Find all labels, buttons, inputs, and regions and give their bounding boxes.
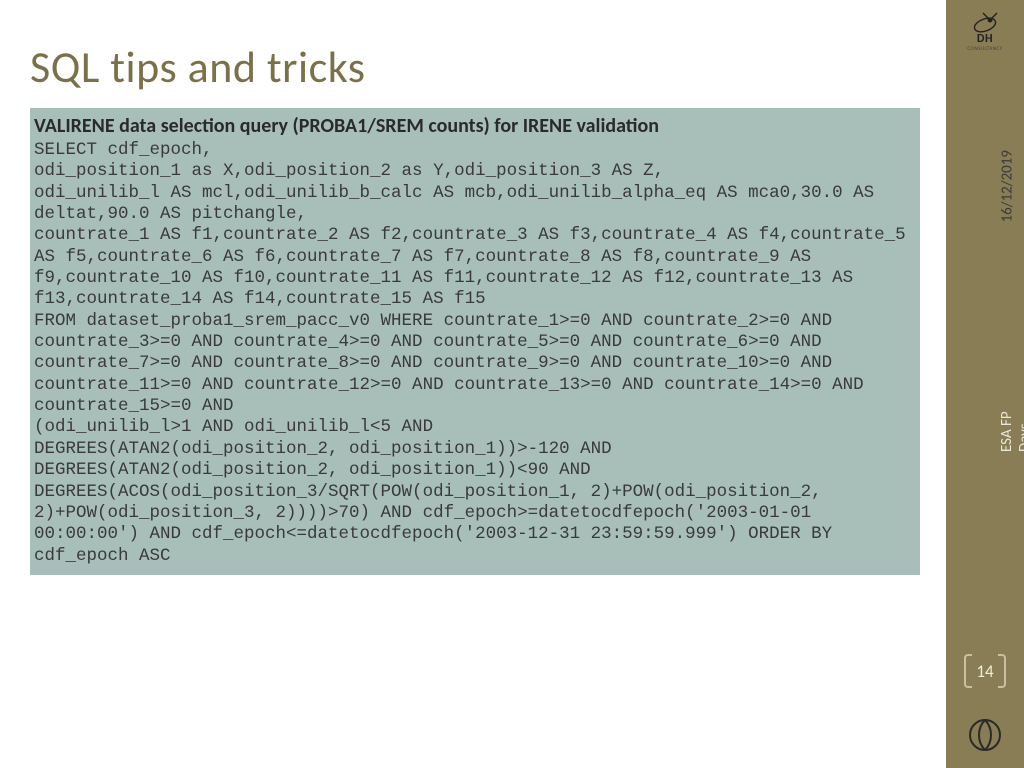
logo: DH CONSULTANCY bbox=[954, 10, 1016, 50]
slide-date: 16/12/2019 bbox=[998, 150, 1016, 222]
event-label: ESA FP Days, ESTEC bbox=[998, 400, 1024, 452]
code-block: VALIRENE data selection query (PROBA1/SR… bbox=[30, 108, 920, 575]
bracket-right-icon bbox=[998, 654, 1006, 688]
bracket-left-icon bbox=[964, 654, 972, 688]
slide-title: SQL tips and tricks bbox=[30, 40, 920, 94]
sql-code: SELECT cdf_epoch, odi_position_1 as X,od… bbox=[34, 140, 912, 567]
main-content: SQL tips and tricks VALIRENE data select… bbox=[30, 40, 920, 575]
globe-icon bbox=[968, 718, 1002, 752]
slide: SQL tips and tricks VALIRENE data select… bbox=[0, 0, 1024, 768]
page-number: 14 bbox=[976, 661, 993, 682]
logo-text: DH bbox=[977, 32, 993, 46]
satellite-icon bbox=[970, 10, 1000, 34]
code-subtitle: VALIRENE data selection query (PROBA1/SR… bbox=[34, 114, 912, 138]
logo-subtext: CONSULTANCY bbox=[967, 46, 1002, 52]
sidebar: DH CONSULTANCY 16/12/2019 ESA FP Days, E… bbox=[946, 0, 1024, 768]
page-number-badge: 14 bbox=[964, 654, 1006, 688]
